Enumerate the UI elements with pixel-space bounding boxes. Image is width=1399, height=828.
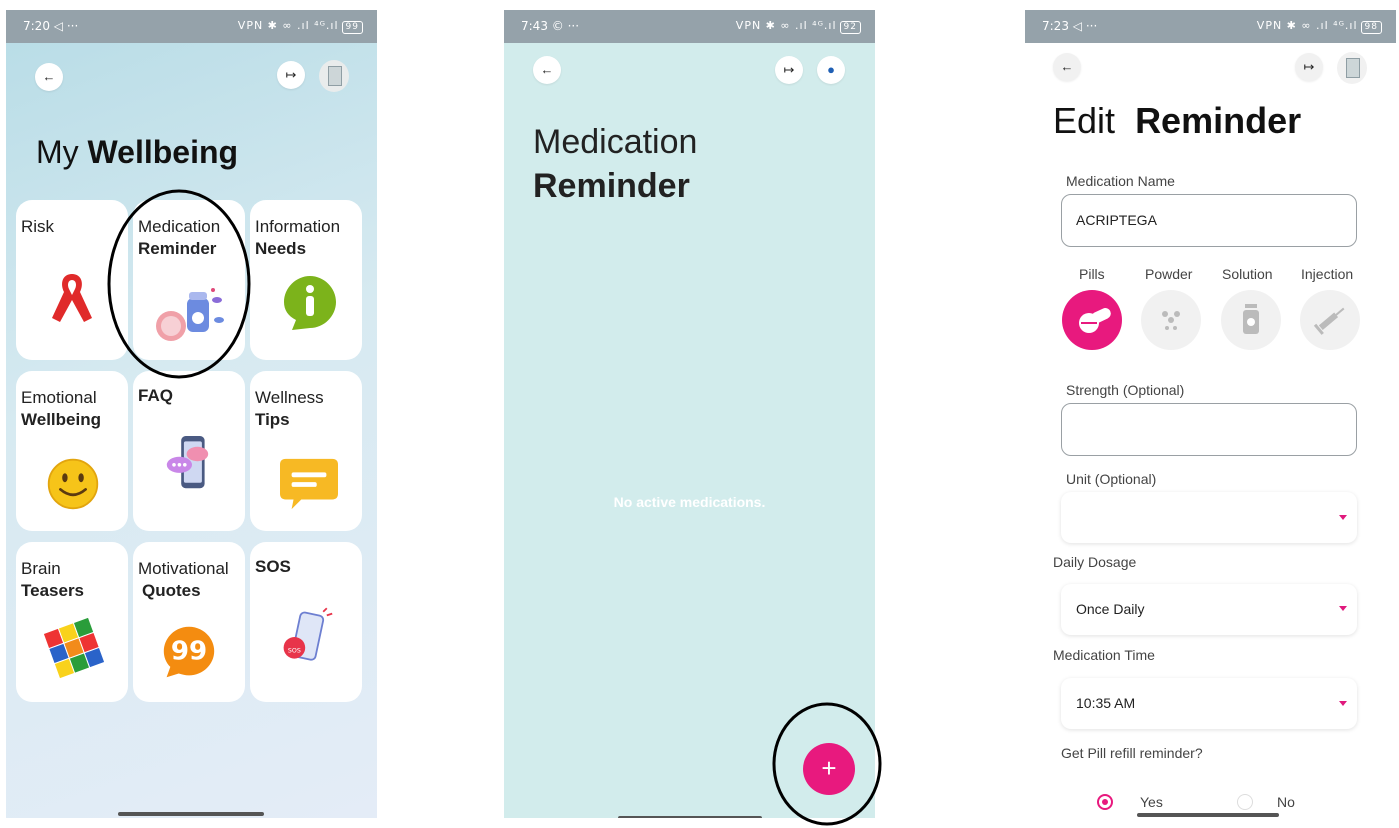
- smiley-icon: [47, 458, 99, 510]
- page-title: My Wellbeing: [36, 134, 239, 170]
- strength-field[interactable]: [1061, 403, 1357, 456]
- highlight-circle: [772, 702, 882, 826]
- status-bar: 7:43 © ··· VPN ✱ ∞ .ıl ⁴ᴳ.ıl 92: [504, 10, 875, 43]
- dropdown-caret-icon: [1339, 606, 1347, 611]
- arrow-left-icon: ←: [42, 69, 56, 84]
- tile-emotional-wellbeing[interactable]: Emotional Wellbeing: [16, 371, 128, 531]
- empty-state-text: No active medications.: [613, 494, 766, 510]
- my-wellbeing-screen: 7:20 ◁ ··· VPN ✱ ∞ .ıl ⁴ᴳ.ıl 99 ← ↦ My We…: [6, 10, 377, 818]
- rubiks-cube-icon: [43, 617, 105, 679]
- back-button[interactable]: ←: [533, 56, 561, 84]
- logout-icon: ↦: [285, 67, 297, 82]
- home-indicator[interactable]: [618, 816, 762, 818]
- form-option-solution[interactable]: [1221, 290, 1281, 350]
- home-indicator[interactable]: [1137, 813, 1279, 817]
- tile-faq[interactable]: FAQ: [133, 371, 245, 531]
- refill-yes-radio[interactable]: [1097, 794, 1113, 810]
- avatar[interactable]: [1337, 52, 1367, 84]
- status-time: 7:23 ◁ ···: [1042, 19, 1098, 33]
- form-option-injection[interactable]: [1300, 290, 1360, 350]
- refill-question: Get Pill refill reminder?: [1061, 745, 1203, 761]
- awareness-ribbon-icon: [52, 274, 92, 322]
- tile-wellness-tips[interactable]: Wellness Tips: [250, 371, 362, 531]
- highlight-circle: [107, 189, 251, 379]
- sos-phone-icon: SOS: [283, 607, 333, 661]
- refill-yes-label: Yes: [1140, 794, 1163, 810]
- svg-text:SOS: SOS: [288, 647, 301, 654]
- powder-icon: [1162, 311, 1180, 330]
- refill-no-radio[interactable]: [1237, 794, 1253, 810]
- arrow-left-icon: ←: [540, 62, 554, 77]
- dropdown-caret-icon: [1339, 515, 1347, 520]
- form-label-injection: Injection: [1301, 266, 1354, 282]
- refill-no-label: No: [1277, 794, 1295, 810]
- bottle-icon: [1243, 304, 1259, 334]
- svg-text:99: 99: [171, 636, 207, 666]
- battery-icon: 92: [839, 21, 861, 34]
- back-button[interactable]: ←: [35, 63, 63, 91]
- chat-phone-icon: [166, 436, 209, 489]
- form-label-pills: Pills: [1079, 266, 1105, 282]
- logout-icon: ↦: [1303, 59, 1315, 74]
- message-icon: [280, 458, 338, 510]
- battery-icon: 99: [341, 21, 363, 34]
- strength-label: Strength (Optional): [1066, 382, 1185, 398]
- status-icons: VPN ✱ ∞ .ıl ⁴ᴳ.ıl 98: [1257, 19, 1382, 34]
- tile-brain-teasers[interactable]: Brain Teasers: [16, 542, 128, 702]
- person-icon: ●: [827, 62, 835, 77]
- page-title: Edit Reminder: [1053, 100, 1302, 141]
- status-bar: 7:20 ◁ ··· VPN ✱ ∞ .ıl ⁴ᴳ.ıl 99: [6, 10, 377, 43]
- medication-name-field[interactable]: ACRIPTEGA: [1061, 194, 1357, 247]
- syringe-icon: [1313, 307, 1345, 335]
- profile-button[interactable]: ●: [817, 56, 845, 84]
- unit-select[interactable]: [1061, 492, 1357, 543]
- unit-label: Unit (Optional): [1066, 471, 1157, 487]
- info-icon: [284, 276, 336, 330]
- page-title: Medication Reminder: [533, 123, 698, 205]
- status-bar: 7:23 ◁ ··· VPN ✱ ∞ .ıl ⁴ᴳ.ıl 98: [1025, 10, 1396, 43]
- daily-dosage-label: Daily Dosage: [1053, 554, 1137, 570]
- battery-icon: 98: [1360, 21, 1382, 34]
- quote-bubble-icon: 99: [163, 626, 215, 678]
- status-icons: VPN ✱ ∞ .ıl ⁴ᴳ.ıl 99: [238, 19, 363, 34]
- medication-reminder-screen: 7:43 © ··· VPN ✱ ∞ .ıl ⁴ᴳ.ıl 92 ← ↦ ● Med…: [504, 10, 875, 818]
- back-button[interactable]: ←: [1053, 53, 1081, 81]
- logout-button[interactable]: ↦: [277, 61, 305, 89]
- dropdown-caret-icon: [1339, 701, 1347, 706]
- medication-name-label: Medication Name: [1066, 173, 1175, 189]
- status-time: 7:43 © ···: [521, 19, 580, 33]
- edit-reminder-screen: 7:23 ◁ ··· VPN ✱ ∞ .ıl ⁴ᴳ.ıl 98 ← ↦ Edit …: [1025, 10, 1396, 818]
- medication-time-select[interactable]: 10:35 AM: [1061, 678, 1357, 729]
- form-option-pills[interactable]: [1062, 290, 1122, 350]
- avatar[interactable]: [319, 60, 349, 92]
- medication-time-label: Medication Time: [1053, 647, 1155, 663]
- status-time: 7:20 ◁ ···: [23, 19, 79, 33]
- tile-sos[interactable]: SOS SOS: [250, 542, 362, 702]
- form-option-powder[interactable]: [1141, 290, 1201, 350]
- arrow-left-icon: ←: [1060, 59, 1074, 74]
- home-indicator[interactable]: [118, 812, 264, 816]
- form-label-powder: Powder: [1145, 266, 1193, 282]
- tile-motivational-quotes[interactable]: Motivational Quotes 99: [133, 542, 245, 702]
- tile-information-needs[interactable]: Information Needs: [250, 200, 362, 360]
- logout-button[interactable]: ↦: [1295, 53, 1323, 81]
- daily-dosage-select[interactable]: Once Daily: [1061, 584, 1357, 635]
- status-icons: VPN ✱ ∞ .ıl ⁴ᴳ.ıl 92: [736, 19, 861, 34]
- form-label-solution: Solution: [1222, 266, 1273, 282]
- logout-icon: ↦: [783, 62, 795, 77]
- pills-icon: [1079, 308, 1111, 333]
- logout-button[interactable]: ↦: [775, 56, 803, 84]
